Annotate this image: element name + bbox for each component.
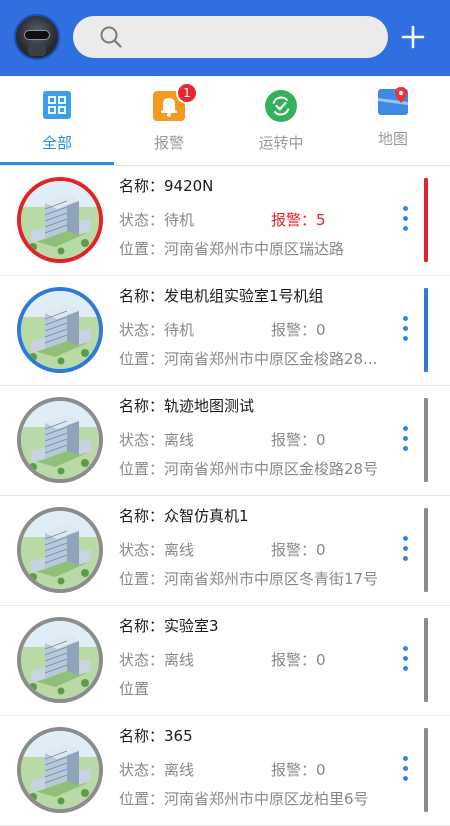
tab-all[interactable]: 全部 xyxy=(1,76,113,164)
device-thumbnail xyxy=(17,727,103,813)
device-thumbnail xyxy=(17,397,103,483)
device-name: 名称：轨迹地图测试 xyxy=(119,397,255,415)
grid-icon xyxy=(43,91,71,119)
more-options-icon[interactable] xyxy=(400,206,410,236)
building-image-icon xyxy=(21,291,99,369)
device-status: 状态：离线 xyxy=(119,761,195,779)
building-image-icon xyxy=(21,621,99,699)
device-thumbnail xyxy=(17,177,103,263)
tab-bar: 全部 1 报警 运转中 地图 xyxy=(0,76,450,166)
device-status: 状态：离线 xyxy=(119,431,195,449)
status-strip xyxy=(424,288,428,372)
map-pin-icon xyxy=(378,87,408,115)
device-name: 名称：9420N xyxy=(119,177,214,195)
building-image-icon xyxy=(21,181,99,259)
device-alarm-count: 报警：0 xyxy=(271,761,326,779)
device-alarm-count: 报警：0 xyxy=(271,321,326,339)
device-card[interactable]: 名称：发电机组实验室1号机组 状态：待机 报警：0 位置：河南省郑州市中原区金梭… xyxy=(0,276,450,386)
more-options-icon[interactable] xyxy=(400,646,410,676)
device-alarm-count: 报警：0 xyxy=(271,431,326,449)
device-card[interactable]: 名称：9420N 状态：待机 报警：5 位置：河南省郑州市中原区瑞达路 xyxy=(0,166,450,276)
device-card[interactable]: 名称：实验室3 状态：离线 报警：0 位置 xyxy=(0,606,450,716)
device-location: 位置：河南省郑州市中原区金梭路28... xyxy=(119,350,378,368)
device-status: 状态：离线 xyxy=(119,651,195,669)
tab-label: 地图 xyxy=(377,130,408,148)
device-card[interactable]: 名称：365 状态：离线 报警：0 位置：河南省郑州市中原区龙柏里6号 xyxy=(0,716,450,826)
helmet-chin xyxy=(28,44,46,56)
add-device-icon[interactable] xyxy=(398,22,428,52)
device-name: 名称：发电机组实验室1号机组 xyxy=(119,287,324,305)
search-icon xyxy=(100,26,122,48)
device-status: 状态：待机 xyxy=(119,211,195,229)
device-card[interactable]: 名称：众智仿真机1 状态：离线 报警：0 位置：河南省郑州市中原区冬青街17号 xyxy=(0,496,450,606)
tab-alarm[interactable]: 1 报警 xyxy=(113,76,225,164)
status-strip xyxy=(424,508,428,592)
tab-running[interactable]: 运转中 xyxy=(225,76,337,164)
tab-label: 全部 xyxy=(41,134,72,152)
device-name: 名称：实验室3 xyxy=(119,617,219,635)
device-thumbnail xyxy=(17,617,103,703)
device-alarm-count: 报警：5 xyxy=(271,211,326,229)
device-thumbnail xyxy=(17,507,103,593)
more-options-icon[interactable] xyxy=(400,536,410,566)
top-bar xyxy=(0,0,450,76)
device-location: 位置 xyxy=(119,680,150,698)
tab-label: 运转中 xyxy=(258,134,304,152)
status-strip xyxy=(424,398,428,482)
device-alarm-count: 报警：0 xyxy=(271,651,326,669)
running-check-icon xyxy=(265,90,297,122)
device-name: 名称：365 xyxy=(119,727,193,745)
more-options-icon[interactable] xyxy=(400,756,410,786)
device-thumbnail xyxy=(17,287,103,373)
device-status: 状态：离线 xyxy=(119,541,195,559)
search-input[interactable] xyxy=(73,16,388,58)
status-strip xyxy=(424,728,428,812)
status-strip xyxy=(424,618,428,702)
device-alarm-count: 报警：0 xyxy=(271,541,326,559)
building-image-icon xyxy=(21,731,99,809)
tab-map[interactable]: 地图 xyxy=(337,76,449,164)
device-location: 位置：河南省郑州市中原区金梭路28号 xyxy=(119,460,379,478)
building-image-icon xyxy=(21,511,99,589)
device-status: 状态：待机 xyxy=(119,321,195,339)
device-card[interactable]: 名称：轨迹地图测试 状态：离线 报警：0 位置：河南省郑州市中原区金梭路28号 xyxy=(0,386,450,496)
device-location: 位置：河南省郑州市中原区龙柏里6号 xyxy=(119,790,369,808)
tab-label: 报警 xyxy=(153,134,184,152)
user-avatar[interactable] xyxy=(14,14,60,60)
helmet-visor xyxy=(24,30,50,40)
more-options-icon[interactable] xyxy=(400,426,410,456)
more-options-icon[interactable] xyxy=(400,316,410,346)
alarm-badge: 1 xyxy=(176,82,198,104)
status-strip xyxy=(424,178,428,262)
building-image-icon xyxy=(21,401,99,479)
device-name: 名称：众智仿真机1 xyxy=(119,507,249,525)
device-location: 位置：河南省郑州市中原区瑞达路 xyxy=(119,240,345,258)
device-location: 位置：河南省郑州市中原区冬青街17号 xyxy=(119,570,379,588)
